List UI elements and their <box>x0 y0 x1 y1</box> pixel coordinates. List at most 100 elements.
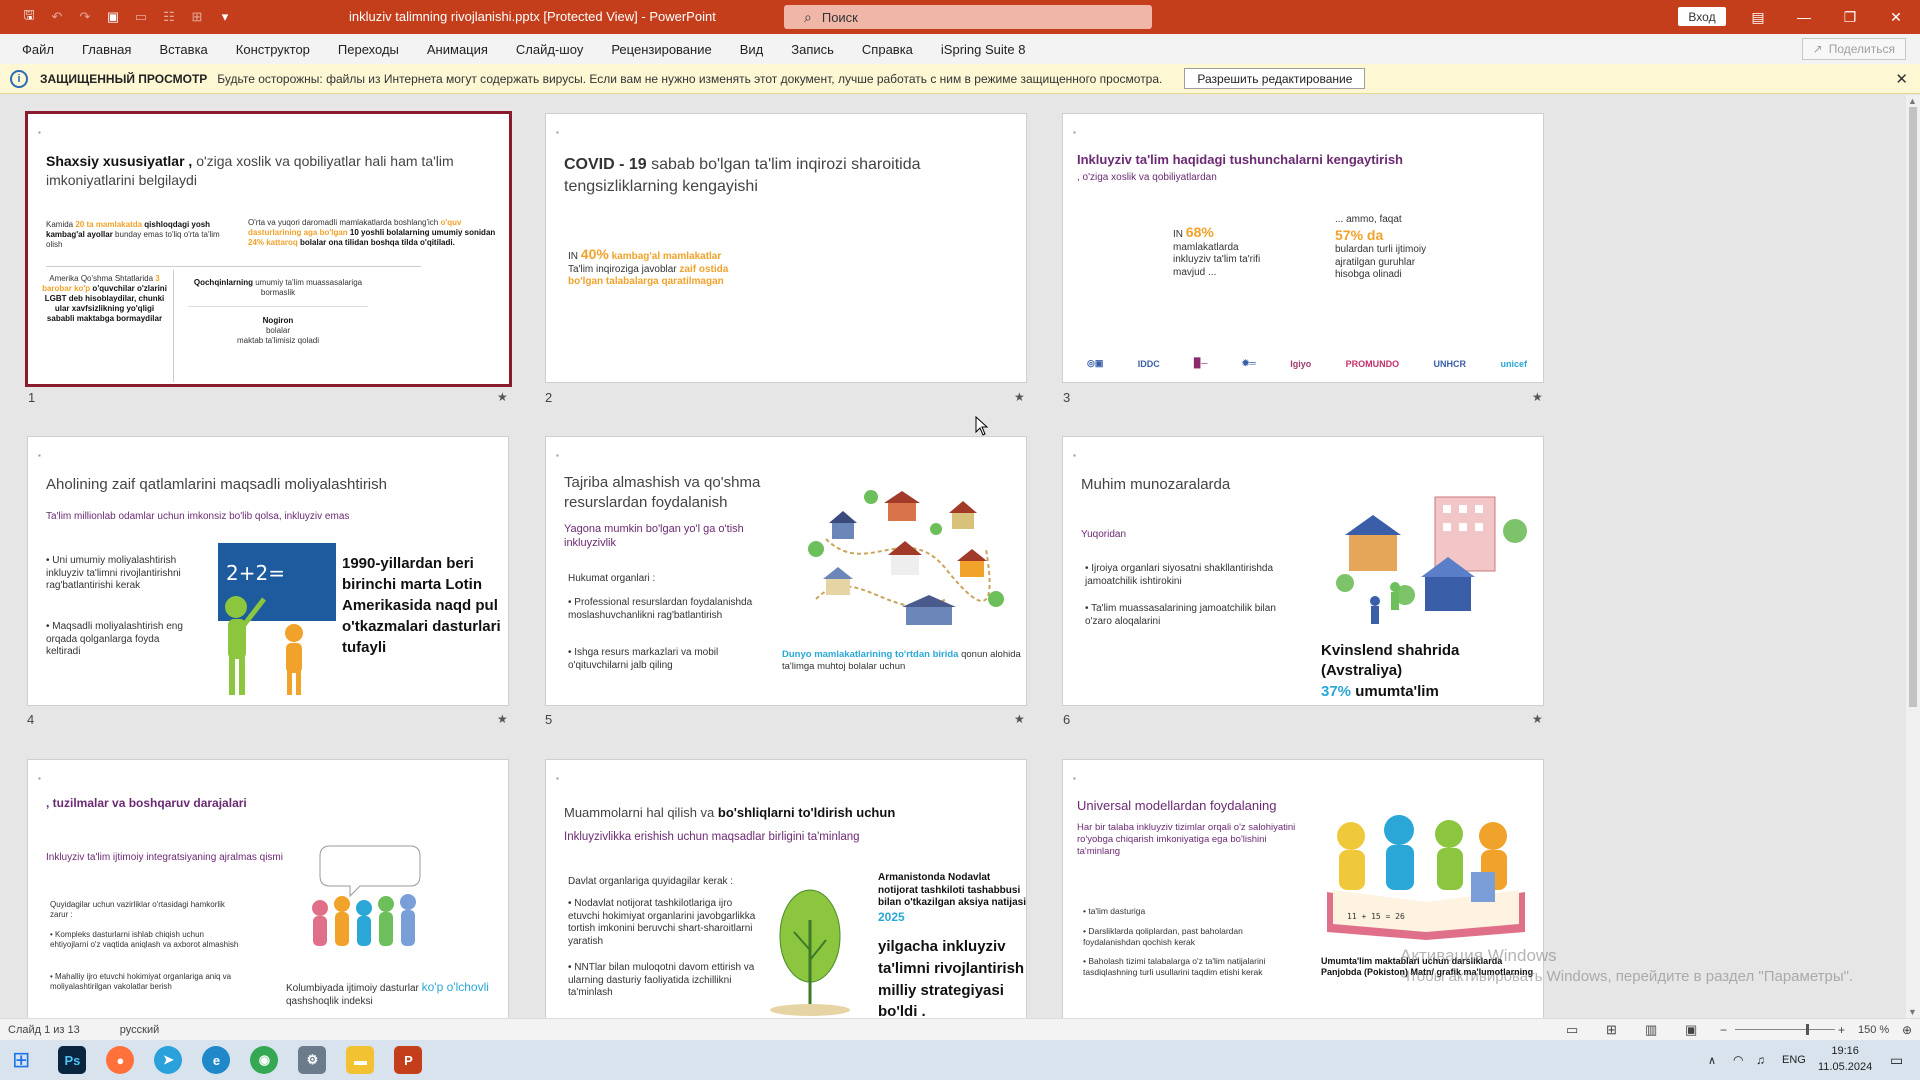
format-icon[interactable]: ▭ <box>130 6 152 28</box>
zoom-slider[interactable] <box>1735 1029 1835 1030</box>
tab-file[interactable]: Файл <box>8 34 68 64</box>
slide-subtitle: Inkluyzivlikka erishish uchun maqsadlar … <box>564 831 860 843</box>
slide-title: Muhim munozaralarda <box>1081 476 1231 493</box>
tab-view[interactable]: Вид <box>726 34 778 64</box>
vertical-scrollbar[interactable]: ▲ ▼ <box>1906 95 1920 1018</box>
tab-insert[interactable]: Вставка <box>145 34 221 64</box>
layout-icon[interactable]: ☷ <box>158 6 180 28</box>
scroll-thumb[interactable] <box>1909 107 1917 707</box>
bullet: • Ishga resurs markazlari va mobil o'qit… <box>568 647 719 671</box>
undo-icon[interactable]: ↶ <box>46 6 68 28</box>
slide-title: Tajriba almashish va qo'shma resurslarda… <box>564 474 761 512</box>
slide-number: 3 <box>1063 390 1071 405</box>
stat-block: IN 68% mamlakatlarda inkluyziv ta'lim ta'… <box>1173 224 1261 278</box>
slide-number: 6 <box>1063 712 1071 727</box>
tab-design[interactable]: Конструктор <box>222 34 324 64</box>
tab-ispring[interactable]: iSpring Suite 8 <box>927 34 1040 64</box>
telegram-icon[interactable]: ➤ <box>154 1046 183 1074</box>
slide-marker: ▪ <box>1073 451 1076 460</box>
slide-number: 5 <box>545 712 553 727</box>
table-icon[interactable]: ⊞ <box>186 6 208 28</box>
slide-subtitle: Yuqoridan <box>1081 529 1127 540</box>
children-illustration <box>225 596 303 695</box>
enable-editing-button[interactable]: Разрешить редактирование <box>1184 68 1366 89</box>
watermark-line: Чтобы активировать Windows, перейдите в … <box>1400 968 1854 986</box>
restore-button[interactable]: ❐ <box>1827 0 1873 34</box>
clock-date: 11.05.2024 <box>1818 1060 1873 1073</box>
search-box[interactable]: ⌕ Поиск <box>784 5 1152 29</box>
windows-start-icon[interactable]: ⊞ <box>12 1047 30 1073</box>
bullet: • Nodavlat notijorat tashkilotlariga ijr… <box>568 898 756 947</box>
clock-time: 19:16 <box>1831 1045 1859 1057</box>
animation-star-icon: ★ <box>497 712 508 726</box>
close-icon[interactable]: ✕ <box>1895 70 1908 88</box>
firefox-icon[interactable]: ● <box>106 1046 135 1074</box>
slide-thumbnail[interactable]: ▪ Inkluyziv ta'lim haqidagi tushunchalar… <box>1062 113 1544 383</box>
chevron-up-icon[interactable]: ∧ <box>1708 1054 1716 1067</box>
sign-in-button[interactable]: Вход <box>1678 7 1726 26</box>
present-icon[interactable]: ▣ <box>102 6 124 28</box>
share-button[interactable]: ↗ Поделиться <box>1801 38 1906 60</box>
slide-sorter-view-icon[interactable]: ⊞ <box>1606 1022 1617 1038</box>
zoom-in-icon[interactable]: + <box>1838 1023 1845 1037</box>
slide-thumbnail[interactable]: ▪ Muhim munozaralarda Yuqoridan • Ijroiy… <box>1062 436 1544 706</box>
zoom-slider-thumb[interactable] <box>1806 1024 1809 1035</box>
share-label: Поделиться <box>1828 42 1895 56</box>
customize-qat-icon[interactable]: ▾ <box>214 6 236 28</box>
bullet: • Maqsadli moliyalashtirish eng orqada q… <box>46 621 183 657</box>
stat-block: Kamida 20 ta mamlakatda qishloqdagi yosh… <box>46 220 220 249</box>
bullet: • Baholash tizimi talabalarga o'z ta'lim… <box>1083 956 1266 977</box>
tab-slideshow[interactable]: Слайд-шоу <box>502 34 597 64</box>
animation-star-icon: ★ <box>497 390 508 404</box>
edge-icon[interactable]: e <box>202 1046 231 1074</box>
minimize-button[interactable]: — <box>1781 0 1827 34</box>
slideshow-view-icon[interactable]: ▣ <box>1685 1022 1697 1038</box>
slide-thumbnail[interactable]: ▪ COVID - 19 sabab bo'lgan ta'lim inqiro… <box>545 113 1027 383</box>
chrome-icon[interactable]: ◉ <box>250 1046 279 1074</box>
slide-thumbnail[interactable]: ▪ , tuzilmalar va boshqaruv darajalari I… <box>27 759 509 1018</box>
slide-thumbnail[interactable]: ▪ Tajriba almashish va qo'shma resurslar… <box>545 436 1027 706</box>
volume-icon[interactable]: ♫ <box>1756 1053 1765 1067</box>
slide-marker: ▪ <box>556 774 559 783</box>
bullet: • Kompleks dasturlarni ishlab chiqish uc… <box>50 930 239 949</box>
tab-record[interactable]: Запись <box>777 34 848 64</box>
share-icon: ↗ <box>1812 42 1823 56</box>
slide-title: , tuzilmalar va boshqaruv darajalari <box>46 796 247 810</box>
tab-home[interactable]: Главная <box>68 34 145 64</box>
logo-icon: ▉─ <box>1194 358 1208 368</box>
redo-icon[interactable]: ↷ <box>74 6 96 28</box>
group-illustration <box>312 845 421 946</box>
zoom-level[interactable]: 150 % <box>1858 1024 1889 1036</box>
animation-star-icon: ★ <box>1014 390 1025 404</box>
zoom-out-icon[interactable]: − <box>1720 1023 1727 1037</box>
tab-transitions[interactable]: Переходы <box>324 34 413 64</box>
slide-thumbnail[interactable]: ▪ Shaxsiy xususiyatlar , o'ziga xoslik v… <box>25 111 512 387</box>
book-text: 11 + 15 = 26 <box>1347 912 1405 921</box>
ribbon-display-icon[interactable]: ▤ <box>1735 0 1781 34</box>
settings-icon[interactable]: ⚙ <box>298 1046 327 1074</box>
input-language[interactable]: ENG <box>1782 1054 1806 1066</box>
powerpoint-icon[interactable]: P <box>394 1046 423 1074</box>
scroll-up-icon[interactable]: ▲ <box>1908 96 1917 106</box>
fit-to-window-icon[interactable]: ⊕ <box>1902 1023 1912 1037</box>
wifi-icon[interactable]: ◠ <box>1733 1053 1743 1067</box>
file-explorer-icon[interactable]: ▬ <box>346 1046 375 1074</box>
logo-promundo: PROMUNDO <box>1345 358 1400 369</box>
tab-help[interactable]: Справка <box>848 34 927 64</box>
slide-title: Shaxsiy xususiyatlar , o'ziga xoslik va … <box>46 153 454 188</box>
reading-view-icon[interactable]: ▥ <box>1645 1022 1657 1038</box>
slide-thumbnail[interactable]: ▪ Muammolarni hal qilish va bo'shliqlarn… <box>545 759 1027 1018</box>
clock[interactable]: 19:16 11.05.2024 <box>1818 1044 1872 1076</box>
close-button[interactable]: ✕ <box>1873 0 1919 34</box>
normal-view-icon[interactable]: ▭ <box>1566 1022 1578 1038</box>
save-icon[interactable]: 🖫 <box>18 6 40 28</box>
tab-review[interactable]: Рецензирование <box>597 34 725 64</box>
tab-animations[interactable]: Анимация <box>413 34 502 64</box>
photoshop-icon[interactable]: Ps <box>58 1046 87 1074</box>
slide-thumbnail[interactable]: ▪ Aholining zaif qatlamlarini maqsadli m… <box>27 436 509 706</box>
scroll-down-icon[interactable]: ▼ <box>1908 1007 1917 1017</box>
language-status[interactable]: русский <box>120 1024 159 1036</box>
notification-icon[interactable]: ▭ <box>1890 1052 1903 1069</box>
section-head: Hukumat organlari : <box>568 573 656 584</box>
town-illustration <box>1336 496 1527 624</box>
